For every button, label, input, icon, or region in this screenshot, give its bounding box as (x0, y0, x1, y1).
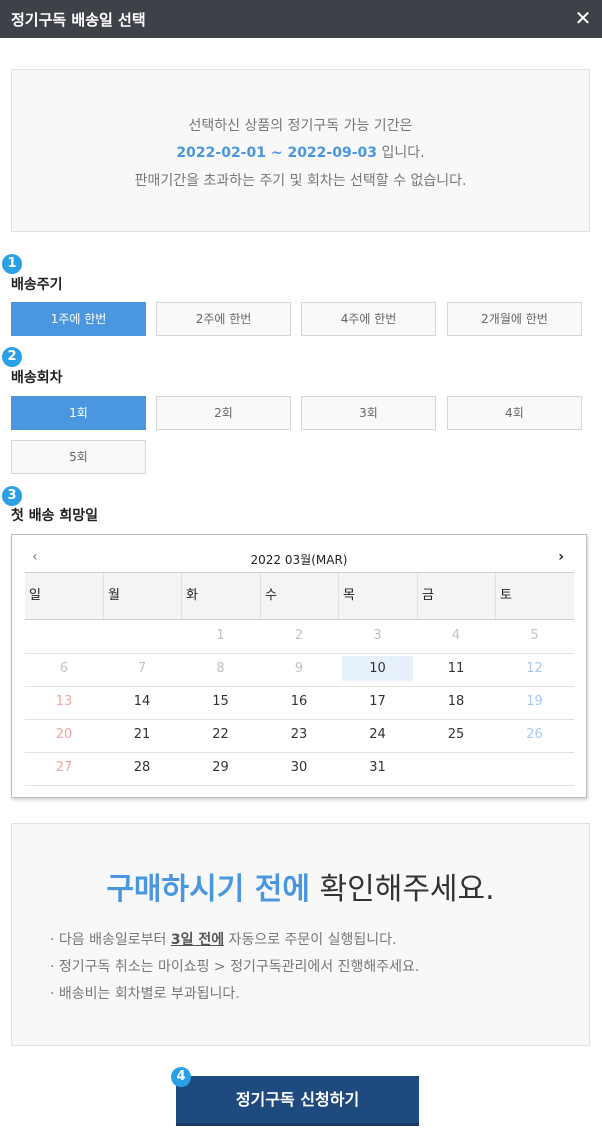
first-date-label: 첫 배송 희망일 (11, 508, 99, 524)
calendar-week-row: 13 14 15 16 17 18 19 (25, 687, 574, 720)
weekday-fri: 금 (417, 573, 495, 619)
weekday-wed: 수 (260, 573, 338, 619)
calendar-week-row: 27 28 29 30 31 (25, 753, 574, 786)
calendar-day: 2 (294, 628, 304, 643)
period-info-line3: 판매기간을 초과하는 주기 및 회차는 선택할 수 없습니다. (134, 173, 467, 189)
count-label: 배송회차 (11, 370, 63, 386)
step-1-badge: 1 (2, 254, 22, 274)
calendar-day: 6 (59, 661, 69, 676)
calendar-month-label: 2022 03월(MAR) (250, 553, 348, 567)
calendar-day[interactable]: 19 (499, 689, 570, 714)
calendar-day[interactable]: 25 (421, 722, 491, 747)
period-info-line2: 2022-02-01 ~ 2022-09-03 입니다. (12, 142, 589, 162)
weekday-tue: 화 (181, 573, 260, 619)
window-title: 정기구독 배송일 선택 (11, 11, 146, 29)
close-icon[interactable]: ✕ (570, 4, 596, 32)
period-info-box: 선택하신 상품의 정기구독 가능 기간은 2022-02-01 ~ 2022-0… (11, 69, 590, 232)
calendar-week-row: 20 21 22 23 24 25 26 (25, 720, 574, 753)
notice-item-2: · 정기구독 취소는 마이쇼핑 > 정기구독관리에서 진행해주세요. (50, 959, 420, 975)
subscription-period: 2022-02-01 ~ 2022-09-03 (176, 145, 378, 161)
cycle-option-2week[interactable]: 2주에 한번 (156, 302, 291, 336)
calendar-day[interactable]: 30 (264, 755, 334, 780)
calendar-day[interactable]: 23 (264, 722, 334, 747)
calendar-day[interactable]: 16 (264, 689, 334, 714)
step-3-badge: 3 (2, 486, 22, 506)
count-option-4[interactable]: 4회 (447, 396, 582, 430)
calendar-day[interactable]: 29 (185, 755, 256, 780)
calendar-day[interactable]: 21 (107, 722, 177, 747)
weekday-sun: 일 (29, 588, 41, 603)
calendar-day[interactable]: 24 (342, 722, 413, 747)
weekday-sat: 토 (495, 573, 574, 619)
period-info-line1: 선택하신 상품의 정기구독 가능 기간은 (188, 118, 413, 134)
next-month-icon[interactable]: › (558, 549, 564, 565)
count-option-3[interactable]: 3회 (301, 396, 436, 430)
calendar-day: 8 (216, 661, 225, 676)
step-4-badge: 4 (171, 1067, 191, 1087)
calendar: ‹ 2022 03월(MAR) › 일 월 화 수 목 금 토 12345678… (11, 534, 587, 798)
weekday-thu: 목 (338, 573, 417, 619)
calendar-day[interactable]: 12 (499, 656, 570, 681)
calendar-day[interactable]: 14 (107, 689, 177, 714)
calendar-day[interactable]: 31 (342, 755, 413, 780)
subscribe-submit-button[interactable]: 정기구독 신청하기 (176, 1076, 419, 1126)
cycle-label: 배송주기 (11, 277, 63, 293)
calendar-day: 9 (294, 661, 304, 676)
notice-box: 구매하시기 전에 확인해주세요. · 다음 배송일로부터 3일 전에 자동으로 … (11, 823, 590, 1046)
cycle-option-2month[interactable]: 2개월에 한번 (447, 302, 582, 336)
calendar-day[interactable]: 17 (342, 689, 413, 714)
count-option-2[interactable]: 2회 (156, 396, 291, 430)
calendar-day: 1 (216, 628, 225, 643)
calendar-week-row: 1 2 3 4 5 (25, 621, 574, 654)
calendar-week-row: 6 7 8 9 10 11 12 (25, 654, 574, 687)
count-option-1[interactable]: 1회 (11, 396, 146, 430)
calendar-day: 3 (373, 628, 382, 643)
calendar-day: 7 (137, 661, 147, 676)
notice-item-1-emph: 3일 전에 (170, 932, 225, 948)
count-option-5[interactable]: 5회 (11, 440, 146, 474)
notice-item-1: · 다음 배송일로부터 3일 전에 자동으로 주문이 실행됩니다. (50, 929, 396, 949)
calendar-day[interactable]: 22 (185, 722, 256, 747)
notice-headline: 구매하시기 전에 확인해주세요. (12, 864, 589, 908)
calendar-day[interactable]: 28 (107, 755, 177, 780)
calendar-day[interactable]: 15 (185, 689, 256, 714)
calendar-day[interactable]: 26 (499, 722, 570, 747)
notice-headline-accent: 구매하시기 전에 (106, 872, 310, 907)
period-info-suffix: 입니다. (377, 145, 425, 161)
cycle-option-4week[interactable]: 4주에 한번 (301, 302, 436, 336)
calendar-day[interactable]: 11 (421, 656, 491, 681)
notice-item-3: · 배송비는 회차별로 부과됩니다. (50, 986, 240, 1002)
calendar-day[interactable]: 27 (29, 755, 99, 780)
cycle-option-1week[interactable]: 1주에 한번 (11, 302, 146, 336)
calendar-weekday-header: 일 월 화 수 목 금 토 (25, 572, 574, 620)
calendar-day[interactable]: 18 (421, 689, 491, 714)
calendar-day[interactable]: 20 (29, 722, 99, 747)
calendar-day[interactable]: 10 (342, 656, 413, 681)
weekday-mon: 월 (103, 573, 181, 619)
calendar-day: 5 (530, 628, 539, 643)
notice-item-1-prefix: · 다음 배송일로부터 (50, 932, 171, 948)
step-2-badge: 2 (2, 347, 22, 367)
calendar-day: 4 (451, 628, 461, 643)
notice-item-1-suffix: 자동으로 주문이 실행됩니다. (224, 932, 397, 948)
title-bar: 정기구독 배송일 선택 ✕ (0, 0, 602, 38)
calendar-day[interactable]: 13 (29, 689, 99, 714)
notice-headline-rest: 확인해주세요. (309, 872, 495, 907)
